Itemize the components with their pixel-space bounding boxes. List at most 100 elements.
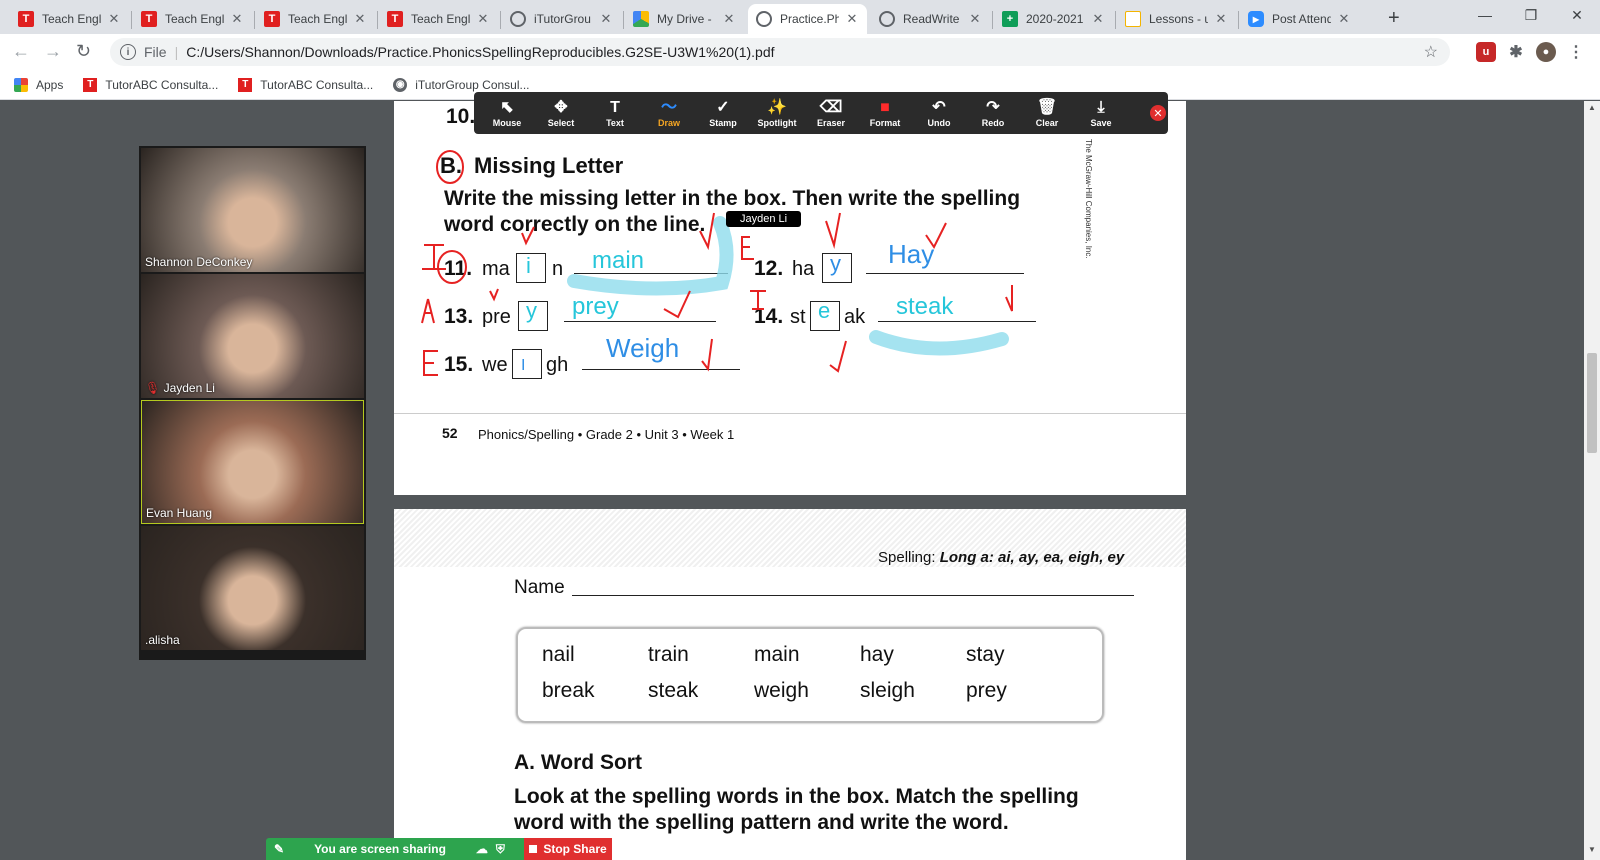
bookmark-item[interactable]: T TutorABC Consulta...: [83, 77, 219, 92]
ublock-icon[interactable]: u: [1476, 42, 1496, 62]
annotate-tool-text[interactable]: T Text: [588, 92, 642, 134]
close-tab-icon[interactable]: ✕: [1091, 11, 1105, 27]
url-text[interactable]: C:/Users/Shannon/Downloads/Practice.Phon…: [186, 44, 774, 60]
menu-icon[interactable]: ⋮: [1566, 42, 1586, 62]
scroll-down-icon[interactable]: ▼: [1588, 845, 1596, 854]
tab-title: Post Attend: [1272, 12, 1331, 26]
stop-share-button[interactable]: Stop Share: [524, 838, 612, 860]
highlight-stroke: [567, 216, 734, 296]
tab-separator: [992, 11, 993, 29]
eraser-icon: ⌫: [819, 99, 843, 116]
bookmark-label: TutorABC Consulta...: [105, 77, 219, 92]
browser-tab[interactable]: iTutorGrou ✕: [502, 4, 621, 34]
tab-title: Teach Engli: [165, 12, 224, 26]
bookmark-item[interactable]: T TutorABC Consulta...: [238, 77, 374, 92]
close-tab-icon[interactable]: ✕: [722, 11, 736, 27]
section-title: A. Word Sort: [514, 751, 642, 774]
extensions-icon[interactable]: ✱: [1506, 42, 1526, 62]
red-check-icon: [521, 226, 535, 246]
tool-label: Draw: [657, 118, 680, 128]
back-icon[interactable]: ←: [12, 41, 30, 62]
draw-icon: 〜: [660, 99, 677, 116]
participant-name: .alisha: [145, 633, 180, 647]
browser-tab[interactable]: T Teach Engli ✕: [133, 4, 252, 34]
forward-icon[interactable]: →: [44, 41, 62, 62]
tab-strip: T Teach Engli ✕ T Teach Engli ✕ T Teach Engli ✕ T…: [0, 0, 1600, 34]
browser-tab[interactable]: Lessons - u ✕: [1117, 4, 1236, 34]
name-line[interactable]: [572, 595, 1134, 596]
participant-video[interactable]: Evan Huang: [141, 400, 364, 524]
annotate-tool-mouse[interactable]: ⬉ Mouse: [480, 92, 534, 134]
close-tab-icon[interactable]: ✕: [599, 11, 613, 27]
close-tab-icon[interactable]: ✕: [476, 11, 490, 27]
name-label: Name: [514, 577, 565, 598]
annotate-tool-select[interactable]: ✥ Select: [534, 92, 588, 134]
muted-mic-icon: 🎙: [145, 381, 164, 395]
browser-tab[interactable]: +2020-2021 ✕: [994, 4, 1113, 34]
participant-name: Jayden Li: [163, 381, 215, 395]
scroll-up-icon[interactable]: ▲: [1588, 103, 1596, 112]
browser-tab[interactable]: T Teach Engli ✕: [10, 4, 129, 34]
tool-label: Eraser: [816, 118, 846, 128]
close-tab-icon[interactable]: ✕: [107, 11, 121, 27]
tutorabc-icon: T: [387, 11, 403, 27]
cloud-icon: ☁: [475, 842, 488, 856]
close-tab-icon[interactable]: ✕: [353, 11, 367, 27]
bookmark-label: TutorABC Consulta...: [260, 77, 374, 92]
spelling-word: train: [648, 643, 689, 666]
browser-tab[interactable]: T Teach Engli ✕: [379, 4, 498, 34]
restore-icon[interactable]: ❐: [1508, 0, 1554, 30]
tab-title: Teach Engli: [411, 12, 470, 26]
tab-separator: [377, 11, 378, 29]
new-tab-button[interactable]: +: [1388, 7, 1400, 30]
browser-tab[interactable]: T Teach Engli ✕: [256, 4, 375, 34]
close-tab-icon[interactable]: ✕: [1214, 11, 1228, 27]
participant-video[interactable]: .alisha: [141, 526, 364, 650]
annotate-tool-clear[interactable]: 🗑 Clear: [1020, 92, 1074, 134]
participant-name-tag: Shannon DeConkey: [145, 255, 252, 269]
bookmark-item[interactable]: ◉ iTutorGroup Consul...: [393, 77, 530, 92]
close-window-icon[interactable]: ✕: [1554, 0, 1600, 30]
browser-tab[interactable]: ▶ Post Attend ✕: [1240, 4, 1359, 34]
info-icon[interactable]: i: [120, 44, 136, 60]
annotate-tool-spotlight[interactable]: ✨ Spotlight: [750, 92, 804, 134]
close-tab-icon[interactable]: ✕: [968, 11, 982, 27]
profile-avatar[interactable]: ●: [1536, 42, 1556, 62]
apps-bookmark[interactable]: Apps: [14, 77, 63, 92]
drive-icon: [633, 11, 649, 27]
annotate-tool-stamp[interactable]: ✓ Stamp: [696, 92, 750, 134]
annotate-tool-draw[interactable]: 〜 Draw: [642, 92, 696, 134]
spelling-header-pattern: Long a: ai, ay, ea, eigh, ey: [939, 549, 1125, 566]
spelling-word-box: nail train main hay stay break steak weigh slei…: [516, 627, 1104, 723]
address-bar[interactable]: i File | C:/Users/Shannon/Downloads/Prac…: [110, 38, 1450, 66]
close-tab-icon[interactable]: ✕: [230, 11, 244, 27]
close-annotation-icon[interactable]: ✕: [1150, 105, 1166, 121]
close-tab-icon[interactable]: ✕: [845, 11, 859, 27]
browser-tab[interactable]: ReadWrite ✕: [871, 4, 990, 34]
browser-tab[interactable]: Practice.Ph ✕: [748, 4, 867, 34]
annotate-tool-undo[interactable]: ↶ Undo: [912, 92, 966, 134]
scroll-thumb[interactable]: [1587, 353, 1597, 453]
shield-icon: ⛨: [495, 841, 505, 856]
redo-icon: ↷: [986, 99, 1000, 116]
annotate-tool-eraser[interactable]: ⌫ Eraser: [804, 92, 858, 134]
minimize-icon[interactable]: —: [1462, 0, 1508, 30]
red-letter-mark: [741, 236, 754, 260]
annotate-tool-format[interactable]: ■ Format: [858, 92, 912, 134]
close-tab-icon[interactable]: ✕: [1337, 11, 1351, 27]
browser-tab[interactable]: My Drive - ✕: [625, 4, 744, 34]
bookmark-star-icon[interactable]: ☆: [1424, 42, 1438, 62]
annotate-tool-redo[interactable]: ↷ Redo: [966, 92, 1020, 134]
share-drag-icon[interactable]: ✎: [274, 842, 284, 856]
participant-video[interactable]: 🎙 Jayden Li: [141, 274, 364, 398]
annotate-tool-save[interactable]: ⤓ Save: [1074, 92, 1128, 134]
red-letter-mark: [422, 244, 446, 270]
tab-title: My Drive -: [657, 12, 712, 26]
participant-video[interactable]: Shannon DeConkey: [141, 148, 364, 272]
highlight-stroke: [869, 330, 1009, 356]
vertical-scrollbar[interactable]: ▲ ▼: [1584, 101, 1600, 860]
divider: |: [174, 44, 179, 60]
tab-separator: [623, 11, 624, 29]
pdf-page-53: Spelling: Long a: ai, ay, ea, eigh, ey N…: [394, 509, 1186, 860]
reload-icon[interactable]: ↻: [76, 41, 91, 62]
